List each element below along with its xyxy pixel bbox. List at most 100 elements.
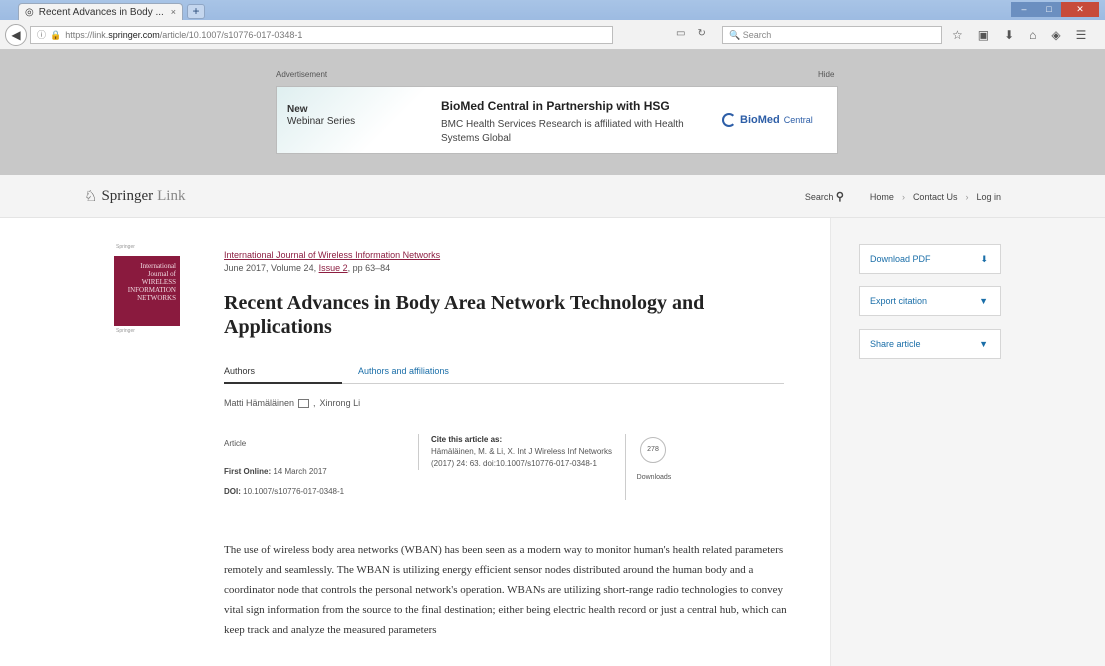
page-favicon-icon: ◎ — [25, 6, 34, 18]
cover-body: International Journal of WIRELESS INFORM… — [114, 256, 180, 326]
tab-affiliations[interactable]: Authors and affiliations — [358, 366, 449, 376]
article-sidebar: Download PDF ⬇ Export citation ▼ Share a… — [830, 218, 1105, 666]
url-bar[interactable]: ⓘ 🔒 https://link.springer.com/article/10.1… — [30, 26, 613, 44]
close-window-icon[interactable]: ✕ — [1061, 2, 1099, 17]
url-actions: ▭ ↻ — [676, 28, 706, 39]
reading-list-icon[interactable]: ▣ — [978, 28, 989, 42]
cover-bottom: Springer — [116, 328, 135, 334]
menu-icon[interactable]: ☰ — [1076, 28, 1087, 42]
url-host: springer.com — [108, 30, 160, 40]
cover-line: WIRELESS — [141, 278, 176, 286]
doi-value[interactable]: 10.1007/s10776-017-0348-1 — [243, 487, 344, 496]
journal-cover[interactable]: Springer International Journal of WIRELE… — [114, 242, 180, 334]
author-tabs: Authors Authors and affiliations — [224, 366, 784, 384]
first-online-label: First Online: — [224, 467, 272, 476]
downloads-metric: 278 Downloads — [625, 434, 681, 500]
bookmark-star-icon[interactable]: ☆ — [952, 28, 963, 42]
magnifier-icon: ⚲ — [835, 191, 844, 203]
ad-webinar: Webinar Series — [287, 116, 356, 127]
first-online-date: 14 March 2017 — [273, 467, 327, 476]
nav-separator: › — [901, 191, 905, 202]
search-icon: 🔍 — [729, 30, 741, 40]
site-search-label: Search — [804, 192, 834, 202]
author-name[interactable]: Matti Hämäläinen — [224, 398, 294, 408]
browser-navbar: ◀ ⓘ 🔒 https://link.springer.com/article/10… — [0, 20, 1105, 50]
cite-body: Hämäläinen, M. & Li, X. Int J Wireless I… — [431, 447, 612, 468]
springer-horse-icon: ♘ — [84, 189, 98, 205]
nav-login[interactable]: Log in — [976, 192, 1001, 202]
reader-view-icon[interactable]: ▭ — [676, 28, 685, 39]
share-article-button[interactable]: Share article ▼ — [859, 329, 1001, 359]
maximize-icon[interactable]: □ — [1037, 2, 1061, 17]
download-arrow-icon: ⬇ — [980, 254, 988, 264]
site-nav: Search ⚲ Home › Contact Us › Log in — [805, 190, 1001, 203]
cover-line: INFORMATION — [127, 286, 176, 294]
hide-ad-link[interactable]: Hide — [818, 70, 834, 79]
export-citation-button[interactable]: Export citation ▼ — [859, 286, 1001, 316]
issue-link[interactable]: Issue 2 — [319, 263, 348, 273]
lock-icon: 🔒 — [50, 30, 62, 40]
ad-title: BioMed Central in Partnership with HSG — [441, 99, 670, 113]
ad-text: BMC Health Services Research is affiliat… — [441, 119, 684, 144]
biomed-logo-bold: BioMed — [740, 114, 780, 126]
ad-new: New — [287, 104, 308, 115]
author-name[interactable]: Xinrong Li — [320, 398, 361, 408]
nav-separator: › — [965, 191, 969, 202]
pocket-icon[interactable]: ◈ — [1051, 28, 1060, 42]
tab-authors[interactable]: Authors — [224, 366, 342, 384]
article-meta: Article First Online: 14 March 2017 DOI:… — [224, 438, 344, 498]
search-placeholder: Search — [742, 30, 772, 40]
window-controls: – □ ✕ — [1011, 2, 1099, 17]
site-search-button[interactable]: Search ⚲ — [805, 190, 844, 203]
site-header: ♘ Springer Link Search ⚲ Home › Contact … — [0, 175, 1105, 218]
doi: DOI: 10.1007/s10776-017-0348-1 — [224, 486, 344, 498]
chevron-down-icon: ▼ — [979, 296, 988, 306]
doi-label: DOI: — [224, 487, 241, 496]
issue-date: June 2017, Volume 24, — [224, 263, 317, 273]
chevron-down-icon: ▼ — [979, 339, 988, 349]
issue-pages: , pp 63–84 — [347, 263, 391, 273]
abstract-text: The use of wireless body area networks (… — [224, 544, 787, 636]
biomed-logo: BioMed Central — [722, 113, 813, 127]
browser-tab[interactable]: ◎ Recent Advances in Body ... × — [18, 3, 183, 20]
download-icon[interactable]: ⬇ — [1004, 28, 1014, 42]
url-path: /article/10.1007/s10776-017-0348-1 — [159, 30, 303, 40]
ad-banner[interactable]: New Webinar Series BioMed Central in Par… — [276, 86, 838, 154]
cite-block: Cite this article as: Hämäläinen, M. & L… — [418, 434, 618, 470]
issue-line: June 2017, Volume 24, Issue 2, pp 63–84 — [224, 263, 390, 273]
biomed-logo-rest: Central — [783, 115, 813, 125]
email-icon[interactable] — [298, 398, 310, 408]
url-scheme: https://link. — [65, 30, 109, 40]
biomed-ring-icon — [722, 113, 736, 127]
article-type: Article — [224, 439, 247, 448]
author-list: Matti Hämäläinen , Xinrong Li — [224, 398, 360, 408]
download-pdf-label: Download PDF — [870, 254, 931, 264]
window-titlebar: ◎ Recent Advances in Body ... × + – □ ✕ — [0, 0, 1105, 20]
first-online: First Online: 14 March 2017 — [224, 466, 344, 478]
nav-home[interactable]: Home — [870, 192, 894, 202]
reload-icon[interactable]: ↻ — [697, 28, 705, 39]
cover-line: Journal of — [147, 270, 176, 278]
nav-contact[interactable]: Contact Us — [913, 192, 958, 202]
new-tab-button[interactable]: + — [187, 4, 205, 19]
back-button[interactable]: ◀ — [5, 24, 27, 46]
cite-heading: Cite this article as: — [431, 435, 503, 444]
springer-logo[interactable]: ♘ Springer Link — [84, 187, 185, 206]
ad-area: Advertisement Hide New Webinar Series Bi… — [0, 50, 1105, 175]
logo-sub: Link — [157, 188, 186, 204]
info-icon[interactable]: ⓘ — [37, 30, 46, 40]
cover-line: International — [140, 262, 176, 270]
cover-top: Springer — [116, 244, 135, 250]
download-pdf-button[interactable]: Download PDF ⬇ — [859, 244, 1001, 274]
share-article-label: Share article — [870, 339, 921, 349]
author-separator: , — [313, 398, 316, 408]
logo-main: Springer — [101, 188, 154, 204]
home-icon[interactable]: ⌂ — [1029, 28, 1036, 42]
search-input[interactable]: 🔍 Search — [722, 26, 942, 44]
journal-link[interactable]: International Journal of Wireless Inform… — [224, 250, 440, 260]
tab-close-icon[interactable]: × — [171, 7, 176, 17]
article-title: Recent Advances in Body Area Network Tec… — [224, 292, 705, 338]
browser-toolbar: ☆ ▣ ⬇ ⌂ ◈ ☰ — [952, 28, 1086, 42]
minimize-icon[interactable]: – — [1011, 2, 1037, 17]
export-citation-label: Export citation — [870, 296, 928, 306]
